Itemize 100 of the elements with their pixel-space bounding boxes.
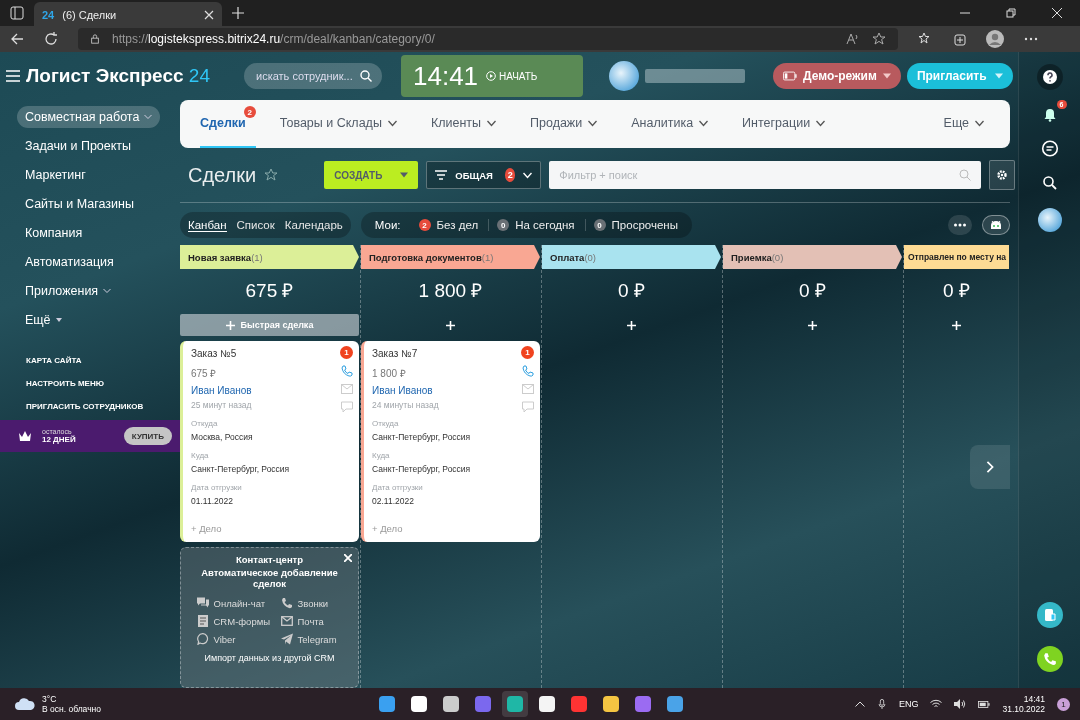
nav-tab[interactable]: Аналитика xyxy=(631,100,709,148)
channel-link[interactable]: Telegram xyxy=(280,633,343,645)
sidebar-item[interactable]: Задачи и Проекты xyxy=(17,135,140,157)
create-button[interactable]: СОЗДАТЬ xyxy=(324,161,419,189)
new-tab-icon[interactable] xyxy=(232,7,244,19)
settings-button[interactable] xyxy=(989,160,1016,190)
taskbar-time[interactable]: 14:41 xyxy=(1023,694,1045,704)
deal-title[interactable]: Заказ №7 xyxy=(372,348,418,359)
field-value: 02.11.2022 xyxy=(372,496,414,506)
stage-total: 675 ₽ xyxy=(244,279,295,303)
chat-icon[interactable] xyxy=(1040,140,1059,158)
count-badge: 2 xyxy=(243,106,256,118)
browser-tab[interactable]: 24 (6) Сделки xyxy=(34,2,222,28)
channel-link[interactable]: Звонки xyxy=(280,597,343,609)
refresh-icon[interactable] xyxy=(44,32,58,46)
wifi-icon[interactable] xyxy=(930,698,943,710)
notification-badge[interactable]: 1 xyxy=(1057,697,1070,711)
microphone-icon[interactable] xyxy=(876,699,887,709)
stage-header[interactable]: Отправлен по месту на xyxy=(904,245,1009,269)
logo-text[interactable]: Логист Экспресс 24 xyxy=(26,65,238,87)
add-deal-icon[interactable] xyxy=(952,320,961,330)
address-field[interactable]: https://logistekspress.bitrix24.ru/crm/deal/kanban/category/0/ xyxy=(78,28,898,50)
filter-search-field[interactable]: Фильтр + поиск xyxy=(549,161,982,189)
close-icon[interactable] xyxy=(1052,8,1062,18)
phone-icon xyxy=(1042,652,1057,666)
view-tab[interactable]: Список xyxy=(236,219,275,231)
taskbar-date[interactable]: 31.10.2022 xyxy=(1002,704,1045,714)
contact-center-button[interactable] xyxy=(1036,602,1063,628)
view-tab[interactable]: Канбан xyxy=(188,218,227,232)
sidebar-link[interactable]: НАСТРОИТЬ МЕНЮ xyxy=(26,379,104,388)
add-deal-icon[interactable] xyxy=(627,320,636,330)
count-badge: 1 xyxy=(521,346,534,359)
counter-filter[interactable]: 2 Без дел xyxy=(410,219,479,231)
chevron-up-icon[interactable] xyxy=(854,699,865,709)
read-aloud-icon[interactable] xyxy=(846,32,860,46)
buy-button[interactable]: КУПИТЬ xyxy=(123,427,172,445)
restore-icon[interactable] xyxy=(1006,8,1016,18)
speaker-icon[interactable] xyxy=(954,698,967,710)
deal-card[interactable]: Заказ №5 1 675 ₽ Иван Иванов 25 минут назад Откуда Москва, Россия Куда Санкт-Петербург, Россия Дата отгрузки 01.11.2022 + Дело xyxy=(180,341,359,542)
sidebar-item[interactable]: Маркетинг xyxy=(17,164,94,186)
star-icon[interactable] xyxy=(264,168,279,182)
favorites-icon[interactable] xyxy=(918,32,932,46)
more-button[interactable] xyxy=(948,215,972,235)
add-deal-icon[interactable] xyxy=(446,320,455,330)
nav-tab[interactable]: Клиенты xyxy=(430,100,496,148)
user-avatar[interactable] xyxy=(609,61,639,91)
tab-list-icon[interactable] xyxy=(10,6,24,20)
battery-icon[interactable] xyxy=(978,698,991,710)
more-tab[interactable]: Еще xyxy=(943,100,984,148)
demo-mode-button[interactable]: Демо-режим xyxy=(773,63,901,89)
workday-widget[interactable]: 14:41 НАЧАТЬ xyxy=(401,55,583,97)
counter-filter[interactable]: 0 Просрочены xyxy=(584,219,678,231)
import-link[interactable]: Импорт данных из другой CRM xyxy=(204,653,335,663)
nav-tab[interactable]: Продажи xyxy=(530,100,598,148)
close-icon[interactable] xyxy=(204,10,214,20)
field-label: Дата отгрузки xyxy=(191,483,242,492)
help-button[interactable] xyxy=(1036,64,1063,90)
channel-link[interactable]: Viber xyxy=(196,633,281,645)
sidebar-item[interactable]: Совместная работа xyxy=(17,106,161,128)
stage-header[interactable]: Приемка(0) xyxy=(723,245,902,269)
sidebar-item[interactable]: Приложения xyxy=(17,280,120,302)
phone-icon[interactable] xyxy=(522,365,534,377)
sidebar-item[interactable]: Автоматизация xyxy=(17,251,122,273)
nav-tab[interactable]: Интеграции xyxy=(742,100,826,148)
contact-link[interactable]: Иван Иванов xyxy=(372,385,433,396)
profile-icon[interactable] xyxy=(986,30,1004,48)
counter-filter[interactable]: 0 На сегодня xyxy=(488,219,575,231)
collections-icon[interactable] xyxy=(952,32,966,46)
nav-tab[interactable]: Товары и Склады xyxy=(279,100,397,148)
channel-link[interactable]: CRM-формы xyxy=(196,615,281,627)
sidebar-item[interactable]: Сайты и Магазины xyxy=(17,193,142,215)
start-button[interactable]: НАЧАТЬ xyxy=(486,70,538,82)
stage-header[interactable]: Оплата(0) xyxy=(542,245,721,269)
sidebar-item[interactable]: Ещё xyxy=(17,309,70,331)
sidebar-link[interactable]: КАРТА САЙТА xyxy=(26,356,82,365)
user-avatar[interactable] xyxy=(1037,208,1062,232)
deal-card[interactable]: Заказ №7 1 1 800 ₽ Иван Иванов 24 минуты назад Откуда Санкт-Петербург, Россия Куда Санкт-Петербург, Россия Дата отгрузки 02.11.2022 + Дело xyxy=(361,341,540,542)
sidebar-link[interactable]: ПРИГЛАСИТЬ СОТРУДНИКОВ xyxy=(26,402,144,411)
stage-header[interactable]: Подготовка документов(1) xyxy=(361,245,540,269)
stage-header[interactable]: Новая заявка(1) xyxy=(180,245,359,269)
channel-link[interactable]: Почта xyxy=(280,615,343,627)
star-icon[interactable] xyxy=(872,32,886,46)
deal-time: 25 минут назад xyxy=(191,400,252,410)
sidebar-item[interactable]: Компания xyxy=(17,222,91,244)
plus-icon xyxy=(225,320,235,330)
bell-icon[interactable] xyxy=(1042,108,1057,122)
deal-title[interactable]: Заказ №5 xyxy=(191,348,237,359)
filter-preset-button[interactable]: ОБЩАЯ 2 xyxy=(426,161,542,189)
contact-link[interactable]: Иван Иванов xyxy=(191,385,252,396)
automation-button[interactable] xyxy=(982,215,1010,235)
back-icon[interactable] xyxy=(10,32,24,46)
filter-icon xyxy=(435,169,448,181)
add-deal-icon[interactable] xyxy=(808,320,817,330)
language-indicator[interactable]: ENG xyxy=(898,699,919,709)
menu-icon[interactable] xyxy=(6,69,20,83)
phone-icon[interactable] xyxy=(341,365,353,377)
call-button[interactable] xyxy=(1036,646,1063,672)
nav-tab[interactable]: Сделки 2 xyxy=(200,100,256,148)
channel-link[interactable]: Онлайн-чат xyxy=(196,597,281,609)
view-tab[interactable]: Календарь xyxy=(284,219,343,231)
